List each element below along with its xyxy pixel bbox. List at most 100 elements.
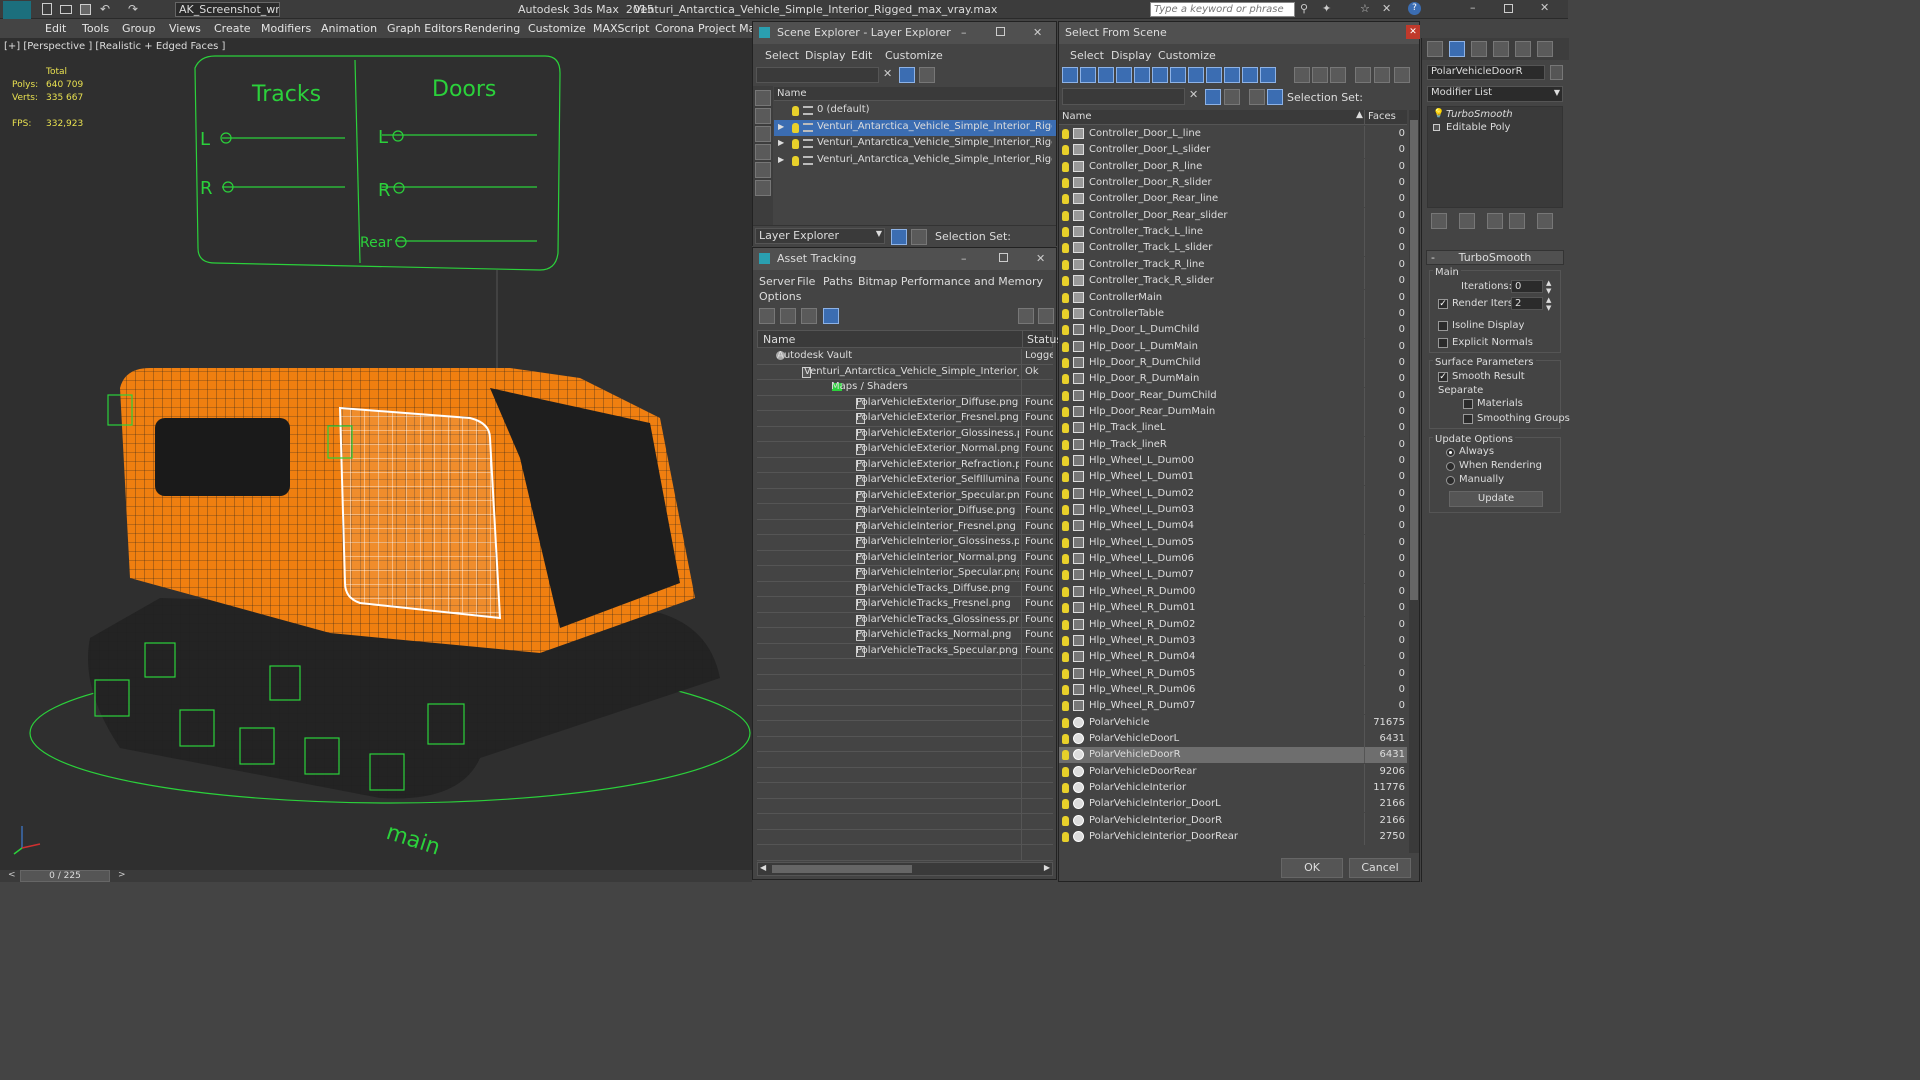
object-color-swatch[interactable]: [1550, 65, 1563, 80]
asset-row[interactable]: Maps / Shaders: [757, 380, 1053, 396]
se-menu-customize[interactable]: Customize: [885, 49, 943, 62]
object-row[interactable]: Hlp_Wheel_L_Dum06 0: [1059, 551, 1407, 568]
object-row[interactable]: Controller_Track_L_line 0: [1059, 224, 1407, 241]
cancel-button[interactable]: Cancel: [1349, 858, 1411, 878]
tools-icon[interactable]: ✦: [1322, 2, 1331, 15]
hierarchy-tab-icon[interactable]: [1471, 41, 1487, 57]
object-row[interactable]: Hlp_Wheel_R_Dum02 0: [1059, 616, 1407, 633]
asset-row[interactable]: PolarVehicleExterior_Specular.png Found: [757, 488, 1053, 504]
object-row[interactable]: PolarVehicleInterior_DoorR 2166: [1059, 812, 1407, 829]
undo-icon[interactable]: ↶: [100, 2, 110, 16]
object-row[interactable]: Controller_Door_Rear_slider 0: [1059, 207, 1407, 224]
asset-row[interactable]: PolarVehicleTracks_Diffuse.png Found: [757, 581, 1053, 597]
lightbulb-icon[interactable]: [1062, 472, 1069, 483]
lightbulb-icon[interactable]: [1062, 701, 1069, 712]
lightbulb-icon[interactable]: [1062, 292, 1069, 303]
sfs-search-input[interactable]: [1062, 88, 1185, 105]
lightbulb-icon[interactable]: [1062, 341, 1069, 352]
sfs-menu-select[interactable]: Select: [1070, 49, 1104, 62]
display-cameras-icon[interactable]: [755, 144, 771, 160]
object-row[interactable]: Hlp_Door_L_DumChild 0: [1059, 322, 1407, 339]
filter-frozen-icon[interactable]: [1242, 67, 1258, 83]
object-row[interactable]: Controller_Door_L_slider 0: [1059, 142, 1407, 159]
lightbulb-icon[interactable]: [1062, 684, 1069, 695]
asset-row[interactable]: PolarVehicleTracks_Glossiness.png Found: [757, 612, 1053, 628]
when-rendering-radio[interactable]: [1446, 462, 1455, 471]
asset-row[interactable]: PolarVehicleExterior_Normal.png Found: [757, 442, 1053, 458]
asset-tracking-titlebar[interactable]: Asset Tracking – ✕: [753, 248, 1056, 270]
lightbulb-icon[interactable]: [1062, 276, 1069, 287]
lightbulb-icon[interactable]: [1062, 390, 1069, 401]
at-menu-server[interactable]: Server: [759, 275, 795, 288]
menu-maxscript[interactable]: MAXScript: [593, 22, 649, 35]
lightbulb-icon[interactable]: [1062, 308, 1069, 319]
display-lights-icon[interactable]: [755, 126, 771, 142]
menu-create[interactable]: Create: [214, 22, 251, 35]
object-row[interactable]: PolarVehicleInterior_DoorRear 2750: [1059, 829, 1407, 846]
object-row[interactable]: Controller_Door_R_line 0: [1059, 158, 1407, 175]
filter-funnel-icon[interactable]: [1355, 67, 1371, 83]
object-row[interactable]: PolarVehicleDoorRear 9206: [1059, 763, 1407, 780]
object-row[interactable]: Hlp_Wheel_R_Dum06 0: [1059, 681, 1407, 698]
menu-edit[interactable]: Edit: [45, 22, 66, 35]
lightbulb-icon[interactable]: [1062, 554, 1069, 565]
object-row[interactable]: Hlp_Wheel_L_Dum00 0: [1059, 453, 1407, 469]
help-icon[interactable]: ?: [1408, 2, 1421, 15]
clear-search-icon[interactable]: ✕: [883, 67, 892, 80]
lightbulb-icon[interactable]: [1062, 129, 1069, 139]
layer-icon[interactable]: [1249, 89, 1265, 105]
hierarchy-icon[interactable]: [1374, 67, 1390, 83]
lightbulb-icon[interactable]: [1062, 799, 1069, 810]
table-view-icon[interactable]: [823, 308, 839, 324]
menu-animation[interactable]: Animation: [321, 22, 377, 35]
lightbulb-icon[interactable]: [792, 122, 799, 133]
object-row[interactable]: ControllerMain 0: [1059, 289, 1407, 306]
scene-explorer-titlebar[interactable]: Scene Explorer - Layer Explorer – ✕: [753, 22, 1056, 44]
minimize-icon[interactable]: –: [961, 252, 967, 265]
se-menu-display[interactable]: Display: [805, 49, 846, 62]
filter-options-icon[interactable]: [919, 67, 935, 83]
clear-search-icon[interactable]: ✕: [1189, 88, 1198, 101]
expand-arrow-icon[interactable]: ▶: [778, 155, 784, 164]
minimize-icon[interactable]: –: [1470, 1, 1476, 14]
time-slider-thumb[interactable]: 0 / 225: [20, 870, 110, 882]
lightbulb-icon[interactable]: [1062, 178, 1069, 189]
select-all-icon[interactable]: [1294, 67, 1310, 83]
expand-arrow-icon[interactable]: ▶: [778, 138, 784, 147]
thumbnail-view-icon[interactable]: [801, 308, 817, 324]
menu-modifiers[interactable]: Modifiers: [261, 22, 311, 35]
asset-row[interactable]: PolarVehicleExterior_SelfIllumination.pn…: [757, 473, 1053, 489]
at-column-header[interactable]: Name Status: [757, 330, 1062, 348]
asset-row[interactable]: PolarVehicleInterior_Specular.png Found: [757, 566, 1053, 582]
turbosmooth-rollout-header[interactable]: - TurboSmooth: [1426, 250, 1564, 265]
update-button[interactable]: Update: [1449, 491, 1543, 507]
save-file-icon[interactable]: [80, 4, 91, 15]
asset-row[interactable]: PolarVehicleTracks_Specular.png Found: [757, 643, 1053, 659]
lightbulb-icon[interactable]: [1062, 717, 1069, 728]
remove-modifier-icon[interactable]: [1509, 213, 1525, 229]
display-tab-icon[interactable]: [1515, 41, 1531, 57]
asset-row[interactable]: Autodesk Vault Logged: [757, 349, 1053, 365]
sfs-filter-icon[interactable]: [1205, 89, 1221, 105]
object-row[interactable]: Hlp_Wheel_L_Dum03 0: [1059, 502, 1407, 519]
scroll-left-icon[interactable]: ◀: [760, 863, 766, 872]
asset-row[interactable]: PolarVehicleExterior_Fresnel.png Found: [757, 411, 1053, 427]
object-row[interactable]: Hlp_Wheel_L_Dum04 0: [1059, 518, 1407, 535]
hierarchy-toggle-icon[interactable]: [911, 229, 927, 245]
object-row[interactable]: Hlp_Door_L_DumMain 0: [1059, 338, 1407, 355]
sfs-column-header[interactable]: Name ▲ Faces: [1059, 110, 1407, 125]
display-spacewarps-icon[interactable]: [755, 180, 771, 196]
object-row[interactable]: Controller_Track_L_slider 0: [1059, 240, 1407, 257]
favorites-icon[interactable]: ☆: [1360, 2, 1370, 15]
show-end-result-icon[interactable]: [1459, 213, 1475, 229]
object-row[interactable]: Controller_Door_R_slider 0: [1059, 175, 1407, 192]
lightbulb-icon[interactable]: [1062, 210, 1069, 221]
object-row[interactable]: Hlp_Wheel_R_Dum05 0: [1059, 665, 1407, 682]
asset-row[interactable]: PolarVehicleInterior_Fresnel.png Found: [757, 519, 1053, 535]
expand-arrow-icon[interactable]: ▶: [778, 122, 784, 131]
menu-graph-editors[interactable]: Graph Editors: [387, 22, 463, 35]
select-invert-icon[interactable]: [1330, 67, 1346, 83]
menu-tools[interactable]: Tools: [82, 22, 109, 35]
menu-customize[interactable]: Customize: [528, 22, 586, 35]
render-iters-spinner[interactable]: 2: [1511, 297, 1543, 310]
